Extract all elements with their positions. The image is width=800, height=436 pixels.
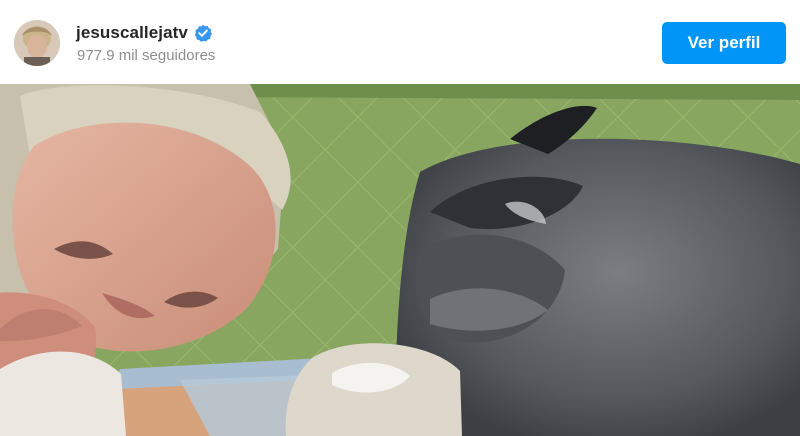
followers-count: 977.9 mil seguidores — [77, 47, 216, 64]
username-row: jesuscallejatv — [76, 22, 212, 44]
post-header: jesuscallejatv 977.9 mil seguidores Ver … — [0, 0, 800, 84]
verified-badge-icon — [194, 24, 212, 42]
post-image — [0, 84, 800, 436]
post-photo[interactable] — [0, 84, 800, 436]
avatar-image — [14, 20, 60, 66]
view-profile-button[interactable]: Ver perfil — [662, 22, 786, 64]
instagram-embed: jesuscallejatv 977.9 mil seguidores Ver … — [0, 0, 800, 436]
username[interactable]: jesuscallejatv — [76, 23, 188, 43]
user-avatar[interactable] — [14, 20, 60, 66]
